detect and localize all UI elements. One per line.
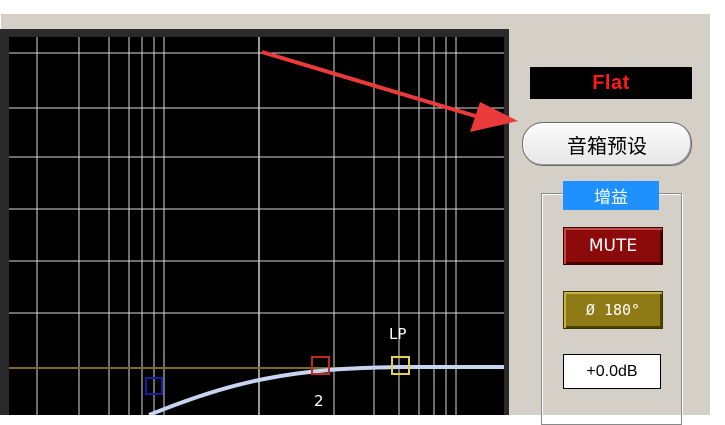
eq-graph[interactable]: 2 LP [9,37,504,415]
eq-graph-canvas [9,37,504,415]
gain-group-title: 增益 [563,181,659,210]
filter-node-2-label: 2 [314,392,324,410]
gain-value-field[interactable]: +0.0dB [563,354,661,389]
graph-grid [9,37,504,415]
phase-invert-button[interactable]: Ø 180° [563,291,663,329]
right-edge [710,13,725,415]
mute-button[interactable]: MUTE [563,227,663,265]
preset-name-display: Flat [530,67,692,99]
filter-node-lp-label: LP [389,325,407,343]
speaker-preset-button[interactable]: 音箱预设 [522,122,692,166]
